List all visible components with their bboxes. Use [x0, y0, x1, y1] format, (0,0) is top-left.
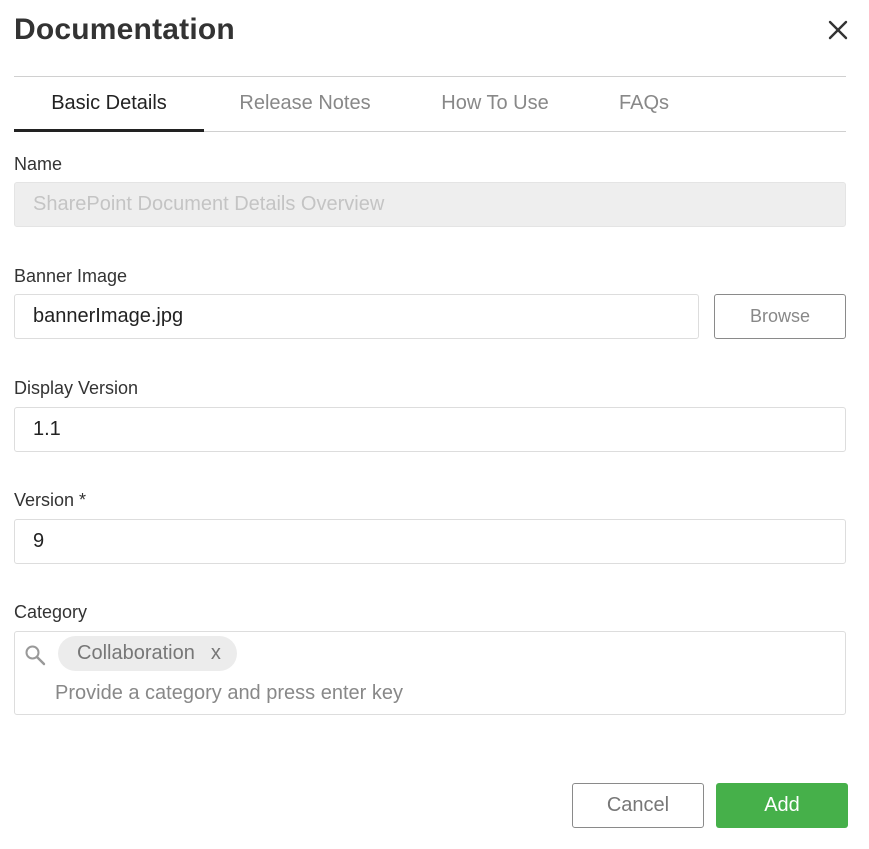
tab-how-to-use[interactable]: How To Use	[424, 77, 566, 132]
search-icon	[25, 645, 46, 666]
documentation-dialog: Documentation Basic Details Release Note…	[0, 0, 869, 849]
dialog-title: Documentation	[14, 13, 235, 46]
category-placeholder[interactable]: Provide a category and press enter key	[55, 680, 403, 706]
name-label: Name	[14, 154, 63, 174]
category-chip-label: Collaboration	[77, 642, 195, 664]
category-label: Category	[14, 602, 88, 622]
add-button[interactable]: Add	[716, 783, 848, 828]
display-version-input[interactable]: 1.1	[14, 407, 846, 452]
tab-basic-details[interactable]: Basic Details	[14, 77, 204, 132]
category-input[interactable]: Collaboration x Provide a category and p…	[14, 631, 846, 715]
tab-bar: Basic Details Release Notes How To Use F…	[14, 76, 846, 132]
version-input[interactable]: 9	[14, 519, 846, 564]
banner-image-label: Banner Image	[14, 266, 128, 286]
tab-faqs[interactable]: FAQs	[604, 77, 684, 132]
banner-image-input[interactable]: bannerImage.jpg	[14, 294, 699, 339]
active-tab-indicator	[14, 129, 204, 132]
category-chip-remove-button[interactable]: x	[211, 642, 221, 665]
close-button[interactable]	[822, 14, 854, 46]
display-version-label: Display Version	[14, 378, 139, 398]
version-label: Version *	[14, 490, 87, 510]
name-input: SharePoint Document Details Overview	[14, 182, 846, 227]
tab-release-notes[interactable]: Release Notes	[220, 77, 390, 132]
cancel-button[interactable]: Cancel	[572, 783, 704, 828]
browse-button[interactable]: Browse	[714, 294, 846, 339]
close-icon	[828, 20, 848, 40]
category-chip: Collaboration x	[58, 636, 237, 671]
